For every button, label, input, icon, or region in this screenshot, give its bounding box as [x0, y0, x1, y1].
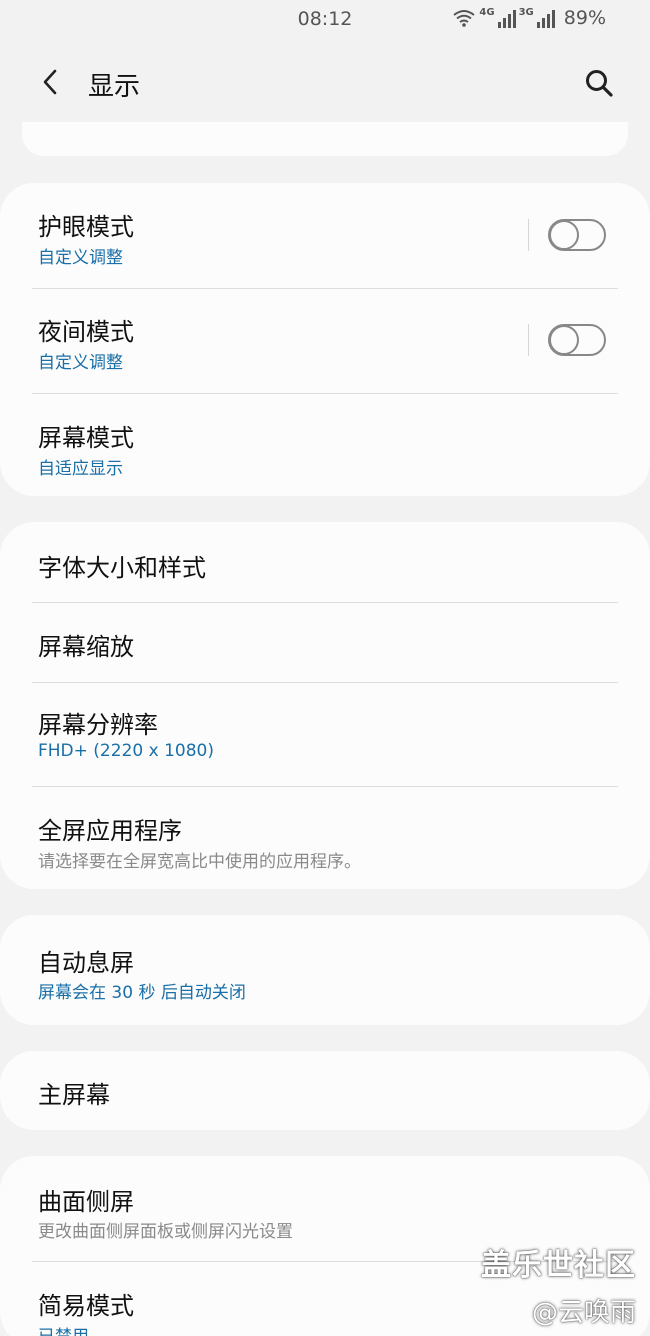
page-title: 显示: [88, 72, 141, 102]
signal-strength-icon-2: [536, 10, 555, 28]
font-title: 字体大小和样式: [38, 554, 206, 582]
network-type-label: 4G: [479, 7, 495, 18]
fullscreen-apps-item[interactable]: 全屏应用程序 请选择要在全屏宽高比中使用的应用程序。: [0, 787, 650, 889]
fullscreen-apps-subtitle: 请选择要在全屏宽高比中使用的应用程序。: [38, 852, 361, 872]
settings-group-2: 字体大小和样式 屏幕缩放 屏幕分辨率 FHD+ (2220 x 1080) 全屏…: [0, 522, 650, 889]
edge-screen-title: 曲面侧屏: [38, 1188, 134, 1216]
search-button[interactable]: [578, 62, 620, 104]
screen-zoom-item[interactable]: 屏幕缩放: [0, 603, 650, 682]
item-separator: [528, 324, 529, 356]
fullscreen-apps-title: 全屏应用程序: [38, 817, 182, 845]
eye-comfort-subtitle: 自定义调整: [38, 248, 123, 268]
toggle-knob: [549, 220, 579, 250]
eye-comfort-item[interactable]: 护眼模式 自定义调整: [0, 183, 650, 288]
community-watermark: 盖乐世社区 @云唤雨: [481, 1240, 636, 1329]
item-separator: [528, 219, 529, 251]
home-screen-title: 主屏幕: [38, 1081, 110, 1109]
settings-group-4: 主屏幕: [0, 1051, 650, 1130]
toggle-knob: [549, 325, 579, 355]
status-bar: 08:12 4G 3G 89%: [0, 0, 650, 40]
screen-mode-item[interactable]: 屏幕模式 自适应显示: [0, 394, 650, 496]
signal-strength-icon: [497, 10, 516, 28]
home-screen-item[interactable]: 主屏幕: [0, 1051, 650, 1130]
display-settings-screen: 08:12 4G 3G 89% 显示 护眼模式 自定义调整 夜间模式 自定义调整…: [0, 0, 650, 1336]
edge-screen-subtitle: 更改曲面侧屏面板或侧屏闪光设置: [38, 1222, 293, 1242]
easy-mode-title: 简易模式: [38, 1292, 134, 1320]
network-type-label-2: 3G: [518, 7, 534, 18]
app-bar: 显示: [0, 40, 650, 128]
battery-level: 89%: [563, 7, 606, 29]
resolution-item[interactable]: 屏幕分辨率 FHD+ (2220 x 1080): [0, 683, 650, 786]
previous-card-edge: [22, 122, 628, 156]
settings-group-3: 自动息屏 屏幕会在 30 秒 后自动关闭: [0, 915, 650, 1025]
resolution-title: 屏幕分辨率: [38, 711, 158, 739]
back-button[interactable]: [30, 62, 70, 102]
night-mode-item[interactable]: 夜间模式 自定义调整: [0, 289, 650, 393]
status-icons: 4G 3G 89%: [452, 7, 606, 29]
settings-group-1: 护眼模式 自定义调整 夜间模式 自定义调整 屏幕模式 自适应显示: [0, 183, 650, 496]
eye-comfort-toggle[interactable]: [548, 219, 606, 251]
screen-mode-title: 屏幕模式: [38, 424, 134, 452]
watermark-site: 盖乐世社区: [481, 1248, 636, 1283]
screen-timeout-item[interactable]: 自动息屏 屏幕会在 30 秒 后自动关闭: [0, 915, 650, 1025]
search-icon: [586, 70, 613, 97]
screen-mode-subtitle: 自适应显示: [38, 459, 123, 479]
watermark-author: @云唤雨: [531, 1298, 636, 1328]
night-mode-toggle[interactable]: [548, 324, 606, 356]
screen-timeout-subtitle: 屏幕会在 30 秒 后自动关闭: [38, 983, 246, 1003]
chevron-left-icon: [43, 69, 57, 95]
screen-timeout-title: 自动息屏: [38, 949, 134, 977]
eye-comfort-title: 护眼模式: [38, 213, 134, 241]
easy-mode-subtitle: 已禁用: [38, 1322, 89, 1336]
night-mode-title: 夜间模式: [38, 318, 134, 346]
night-mode-subtitle: 自定义调整: [38, 353, 123, 373]
resolution-subtitle: FHD+ (2220 x 1080): [38, 741, 214, 761]
wifi-icon: [453, 10, 476, 27]
font-item[interactable]: 字体大小和样式: [0, 522, 650, 602]
screen-zoom-title: 屏幕缩放: [38, 633, 134, 661]
